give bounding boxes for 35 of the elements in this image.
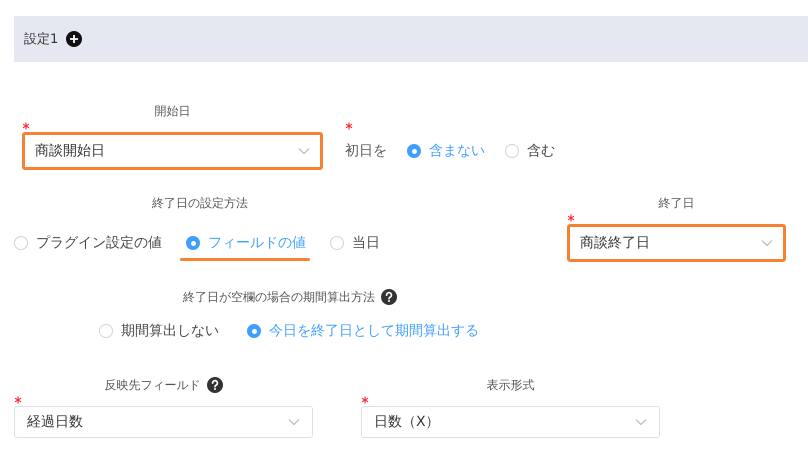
chevron-down-icon bbox=[761, 239, 773, 247]
radio-label: フィールドの値 bbox=[208, 234, 306, 252]
radio-button[interactable] bbox=[99, 324, 113, 338]
chevron-down-icon bbox=[635, 418, 647, 426]
dropdown[interactable]: 日数（X） bbox=[361, 406, 660, 438]
field-label: 終了日が空欄の場合の期間算出方法 bbox=[183, 288, 375, 306]
dropdown-value: 経過日数 bbox=[27, 413, 83, 431]
radio-button[interactable] bbox=[330, 236, 344, 250]
chevron-down-icon bbox=[298, 147, 310, 155]
dropdown[interactable]: 商談開始日 bbox=[22, 132, 323, 170]
radio-button[interactable] bbox=[247, 324, 261, 338]
field-label: 終了日の設定方法 bbox=[152, 194, 248, 212]
plus-icon[interactable] bbox=[66, 31, 82, 47]
field-label: 表示形式 bbox=[486, 376, 534, 394]
radio-button[interactable] bbox=[14, 236, 28, 250]
radio-label: 当日 bbox=[352, 234, 380, 252]
dropdown[interactable]: 経過日数 bbox=[14, 406, 313, 438]
dropdown[interactable]: 商談終了日 bbox=[567, 224, 786, 262]
dropdown-value: 日数（X） bbox=[374, 413, 440, 431]
radio-button[interactable] bbox=[505, 144, 519, 158]
section-title: 設定1 bbox=[24, 31, 58, 48]
radio-label: プラグイン設定の値 bbox=[36, 234, 162, 252]
radio-label: 含む bbox=[527, 142, 555, 160]
field-label: 終了日 bbox=[658, 194, 694, 212]
radio-button[interactable] bbox=[186, 236, 200, 250]
radio-label: 今日を終了日として期間算出する bbox=[269, 322, 479, 340]
radio-button[interactable] bbox=[407, 144, 421, 158]
chevron-down-icon bbox=[288, 418, 300, 426]
dropdown-value: 商談開始日 bbox=[35, 142, 105, 160]
radio-label: 期間算出しない bbox=[121, 322, 219, 340]
radio-label: 含まない bbox=[429, 142, 485, 160]
field-label: 反映先フィールド bbox=[104, 376, 200, 394]
field-label: 初日を bbox=[345, 142, 387, 160]
field-label: 開始日 bbox=[154, 102, 190, 120]
dropdown-value: 商談終了日 bbox=[580, 234, 650, 252]
